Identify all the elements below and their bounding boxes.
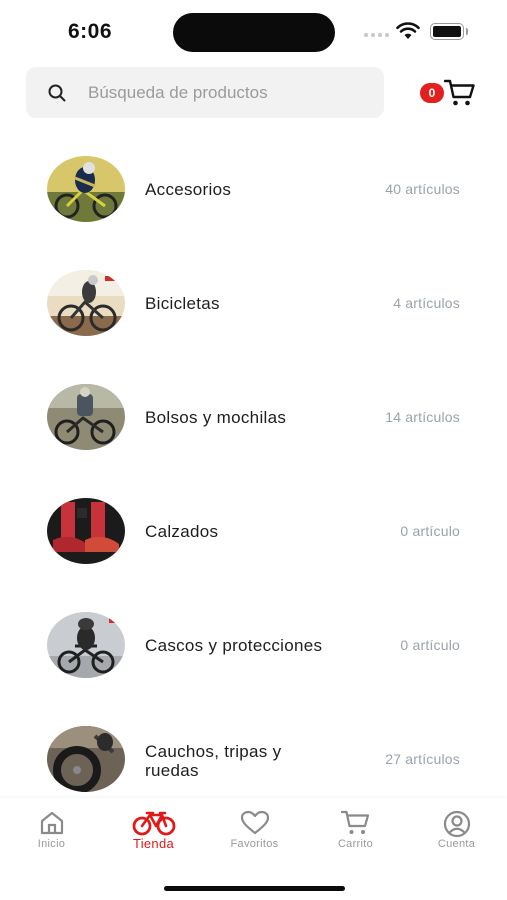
category-image: [47, 498, 125, 564]
category-count: 40 artículos: [385, 181, 460, 197]
category-image: [47, 612, 125, 678]
tab-label: Inicio: [37, 838, 66, 850]
tab-carrito[interactable]: Carrito: [305, 798, 406, 858]
category-image: [47, 270, 125, 336]
search-icon: [48, 84, 66, 102]
bottom-tab-bar: Inicio Tienda Favoritos Carrito Cuenta: [0, 798, 507, 900]
category-list: Accesorios 40 artículos Bicicletas 4 art: [0, 132, 507, 816]
dynamic-island: [173, 13, 335, 52]
category-name: Bicicletas: [145, 294, 220, 313]
category-count: 27 artículos: [385, 751, 460, 767]
search-input[interactable]: [88, 80, 368, 106]
tab-label: Cuenta: [437, 838, 476, 850]
category-count: 0 artículo: [400, 637, 460, 653]
tab-favoritos[interactable]: Favoritos: [204, 798, 305, 858]
category-name: Cauchos, tripas y ruedas: [145, 742, 282, 780]
heart-icon: [240, 810, 269, 835]
category-count: 14 artículos: [385, 409, 460, 425]
tab-inicio[interactable]: Inicio: [1, 798, 102, 858]
tab-label: Carrito: [337, 838, 374, 850]
status-bar: 6:06: [0, 0, 507, 60]
account-icon: [443, 810, 470, 838]
category-item-accesorios[interactable]: Accesorios 40 artículos: [0, 132, 507, 246]
category-item-bicicletas[interactable]: Bicicletas 4 artículos: [0, 246, 507, 360]
category-image: [47, 726, 125, 792]
tab-label: Favoritos: [230, 838, 279, 850]
category-name: Bolsos y mochilas: [145, 408, 287, 427]
tab-label: Tienda: [132, 836, 175, 851]
battery-icon: [430, 23, 464, 40]
shop-screen: 6:06 0: [0, 0, 507, 900]
category-name: Accesorios: [145, 180, 232, 199]
home-icon: [40, 811, 63, 835]
cart-icon: [444, 79, 475, 106]
tab-cuenta[interactable]: Cuenta: [406, 798, 507, 858]
battery-cap: [466, 28, 468, 35]
category-count: 0 artículo: [400, 523, 460, 539]
category-image: [47, 384, 125, 450]
category-name: Calzados: [145, 522, 219, 541]
category-count: 4 artículos: [393, 295, 460, 311]
status-time: 6:06: [68, 20, 113, 43]
category-item-cascos-protecciones[interactable]: Cascos y protecciones 0 artículo: [0, 588, 507, 702]
category-name: Cascos y protecciones: [145, 636, 323, 655]
cart-icon: [340, 810, 369, 834]
category-item-calzados[interactable]: Calzados 0 artículo: [0, 474, 507, 588]
category-image: [47, 156, 125, 222]
cellular-signal-icon: [364, 33, 389, 37]
bicycle-icon: [132, 811, 175, 836]
home-indicator: [164, 886, 345, 891]
category-item-bolsos-mochilas[interactable]: Bolsos y mochilas 14 artículos: [0, 360, 507, 474]
tab-tienda[interactable]: Tienda: [103, 798, 204, 858]
cart-count-badge: 0: [420, 83, 444, 103]
wifi-icon: [396, 22, 420, 39]
